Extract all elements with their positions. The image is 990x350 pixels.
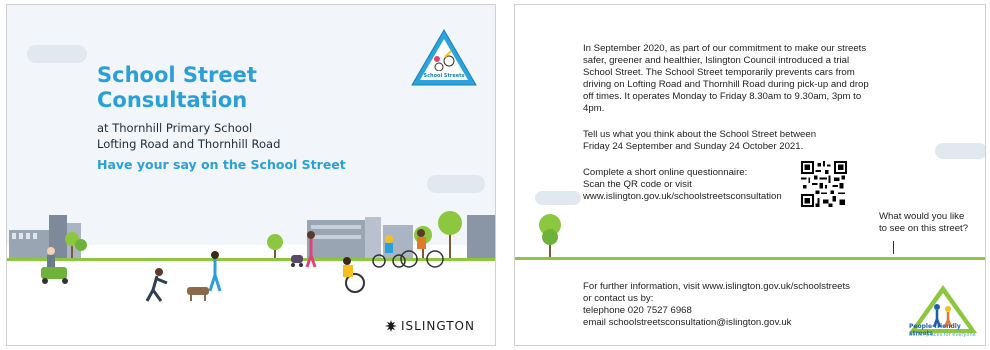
cloud: [935, 143, 985, 159]
intro-line: safer, greener and healthier, Islington …: [583, 55, 850, 66]
badge-text: School Streets: [423, 73, 464, 79]
cloud: [427, 175, 485, 193]
islington-crest-icon: [385, 320, 397, 332]
islington-logo: ISLINGTON: [385, 319, 475, 333]
title-line-2: Consultation: [97, 88, 248, 112]
contact-line: or contact us by:: [583, 293, 654, 304]
contact-phone: telephone 020 7527 6968: [583, 305, 692, 316]
cloud: [27, 45, 87, 63]
dates-line: Tell us what you think about the School …: [583, 129, 817, 140]
leaflet-back: In September 2020, as part of our commit…: [514, 4, 986, 346]
street-scene-illustration: [7, 211, 495, 325]
questionnaire-line: Scan the QR code or visit: [583, 179, 692, 190]
school-name: at Thornhill Primary School: [97, 121, 253, 135]
questionnaire-line: Complete a short online questionnaire:: [583, 167, 748, 178]
dates-paragraph: Tell us what you think about the School …: [583, 129, 816, 153]
intro-paragraph: In September 2020, as part of our commit…: [583, 43, 869, 115]
contact-email[interactable]: email schoolstreetsconsultation@islingto…: [583, 317, 850, 329]
school-streets-badge: School Streets: [411, 29, 477, 86]
questionnaire-paragraph: Complete a short online questionnaire: S…: [583, 167, 782, 203]
intro-line: 4pm.: [583, 103, 605, 114]
intro-line: In September 2020, as part of our commit…: [583, 43, 867, 54]
street-names: Lofting Road and Thornhill Road: [97, 137, 281, 151]
title-line-1: School Street: [97, 63, 257, 87]
pf-tagline: Better places for everyone: [909, 332, 976, 338]
intro-line: off times. It operates Monday to Friday …: [583, 91, 862, 102]
contact-paragraph: For further information, visit www.islin…: [583, 281, 850, 329]
subtitle: Have your say on the School Street: [97, 157, 346, 172]
contact-line: For further information, visit www.islin…: [583, 281, 850, 292]
leaflet-front: School Streets School Street Consultatio…: [6, 4, 496, 346]
islington-logo-text: ISLINGTON: [401, 319, 475, 333]
back-scene-illustration: [515, 214, 985, 260]
intro-line: driving on Lofting Road and Thornhill Ro…: [583, 79, 869, 90]
dates-line: Friday 24 September and Sunday 24 Octobe…: [583, 141, 804, 152]
page-title: School Street Consultation: [97, 63, 357, 113]
intro-line: School Street. The School Street tempora…: [583, 67, 855, 78]
